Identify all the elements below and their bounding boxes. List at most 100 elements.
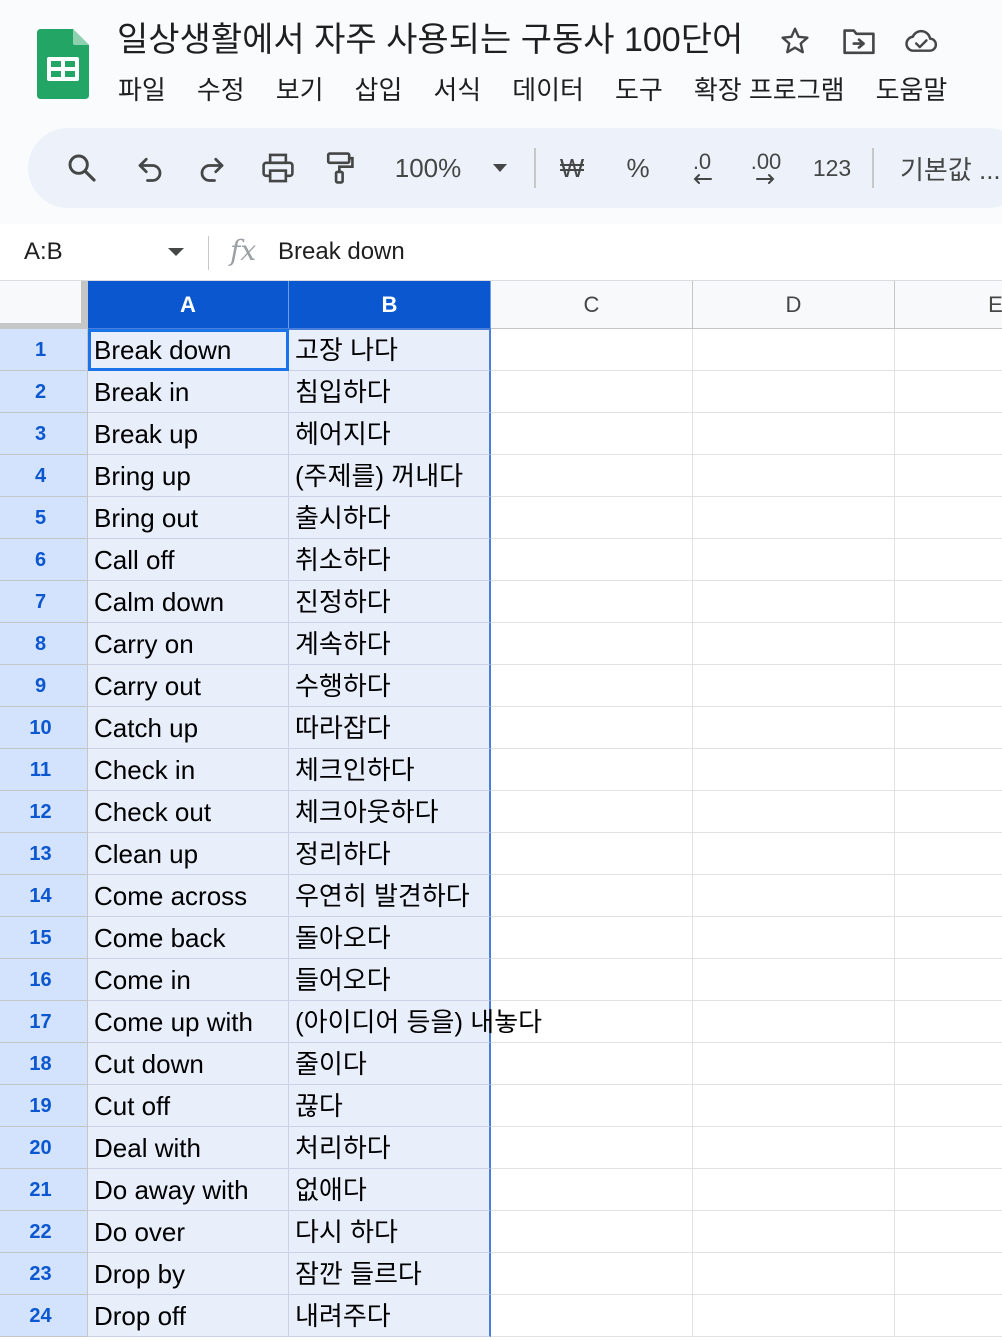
cell-e[interactable] (895, 539, 1002, 581)
increase-decimal-button[interactable]: .00 (744, 128, 788, 208)
row-header[interactable]: 11 (0, 749, 88, 791)
cell-b[interactable]: 우연히 발견하다 (289, 875, 491, 917)
menu-tools[interactable]: 도구 (615, 70, 663, 110)
cell-b[interactable]: 진정하다 (289, 581, 491, 623)
row-header[interactable]: 15 (0, 917, 88, 959)
cell-e[interactable] (895, 1085, 1002, 1127)
row-header[interactable]: 2 (0, 371, 88, 413)
cell-a[interactable]: Clean up (88, 833, 289, 875)
zoom-level[interactable]: 100% (390, 128, 466, 208)
cell-c[interactable] (491, 791, 693, 833)
cell-e[interactable] (895, 707, 1002, 749)
font-family-dropdown[interactable]: 기본값 ... (900, 128, 1002, 208)
cell-a[interactable]: Break up (88, 413, 289, 455)
cell-d[interactable] (693, 329, 895, 371)
row-header[interactable]: 20 (0, 1127, 88, 1169)
cell-e[interactable] (895, 749, 1002, 791)
cell-e[interactable] (895, 959, 1002, 1001)
cell-c[interactable] (491, 1085, 693, 1127)
cell-d[interactable] (693, 1001, 895, 1043)
star-icon[interactable] (778, 24, 812, 58)
cell-b[interactable]: 수행하다 (289, 665, 491, 707)
cell-a[interactable]: Bring out (88, 497, 289, 539)
row-header[interactable]: 19 (0, 1085, 88, 1127)
row-header[interactable]: 18 (0, 1043, 88, 1085)
percent-format-button[interactable]: % (622, 128, 654, 208)
cell-c[interactable] (491, 1295, 693, 1337)
menu-view[interactable]: 보기 (276, 70, 324, 110)
row-header[interactable]: 9 (0, 665, 88, 707)
cell-e[interactable] (895, 1295, 1002, 1337)
cell-d[interactable] (693, 1253, 895, 1295)
row-header[interactable]: 5 (0, 497, 88, 539)
menu-file[interactable]: 파일 (118, 70, 166, 110)
currency-format-button[interactable]: ₩ (556, 128, 588, 208)
cell-e[interactable] (895, 413, 1002, 455)
cell-d[interactable] (693, 371, 895, 413)
cell-a[interactable]: Carry on (88, 623, 289, 665)
row-header[interactable]: 23 (0, 1253, 88, 1295)
cell-e[interactable] (895, 875, 1002, 917)
cell-e[interactable] (895, 371, 1002, 413)
cell-c[interactable] (491, 539, 693, 581)
cell-c[interactable] (491, 1253, 693, 1295)
cell-e[interactable] (895, 329, 1002, 371)
cell-e[interactable] (895, 1211, 1002, 1253)
cell-c[interactable] (491, 875, 693, 917)
row-header[interactable]: 8 (0, 623, 88, 665)
menu-extensions[interactable]: 확장 프로그램 (694, 70, 845, 110)
menu-data[interactable]: 데이터 (512, 70, 584, 110)
cell-a[interactable]: Come across (88, 875, 289, 917)
cell-b[interactable]: 체크인하다 (289, 749, 491, 791)
cell-a[interactable]: Call off (88, 539, 289, 581)
cell-a[interactable]: Check in (88, 749, 289, 791)
cell-d[interactable] (693, 1295, 895, 1337)
cell-d[interactable] (693, 413, 895, 455)
cell-a[interactable]: Come back (88, 917, 289, 959)
cell-c[interactable] (491, 917, 693, 959)
cell-c[interactable] (491, 833, 693, 875)
cell-b[interactable]: 처리하다 (289, 1127, 491, 1169)
cell-b[interactable]: 헤어지다 (289, 413, 491, 455)
cell-c[interactable] (491, 959, 693, 1001)
row-header[interactable]: 12 (0, 791, 88, 833)
cell-d[interactable] (693, 917, 895, 959)
cell-e[interactable] (895, 665, 1002, 707)
decrease-decimal-button[interactable]: .0 (682, 128, 722, 208)
cell-d[interactable] (693, 875, 895, 917)
cell-e[interactable] (895, 1043, 1002, 1085)
cell-b[interactable]: 돌아오다 (289, 917, 491, 959)
cell-a[interactable]: Do over (88, 1211, 289, 1253)
google-sheets-logo-icon[interactable] (37, 29, 89, 99)
cell-e[interactable] (895, 833, 1002, 875)
cell-e[interactable] (895, 1253, 1002, 1295)
cell-b[interactable]: 체크아웃하다 (289, 791, 491, 833)
row-header[interactable]: 22 (0, 1211, 88, 1253)
cell-d[interactable] (693, 1127, 895, 1169)
cell-a[interactable]: Check out (88, 791, 289, 833)
zoom-dropdown-icon[interactable] (488, 128, 512, 208)
column-header-c[interactable]: C (491, 281, 693, 329)
cloud-saved-icon[interactable] (904, 24, 938, 58)
row-header[interactable]: 24 (0, 1295, 88, 1337)
cell-c[interactable] (491, 413, 693, 455)
row-header[interactable]: 21 (0, 1169, 88, 1211)
menu-edit[interactable]: 수정 (197, 70, 245, 110)
cell-b[interactable]: 침입하다 (289, 371, 491, 413)
row-header[interactable]: 1 (0, 329, 88, 371)
cell-b[interactable]: 고장 나다 (289, 329, 491, 371)
move-to-folder-icon[interactable] (842, 24, 876, 58)
cell-a[interactable]: Drop by (88, 1253, 289, 1295)
cell-c[interactable] (491, 1127, 693, 1169)
row-header[interactable]: 14 (0, 875, 88, 917)
cell-b[interactable]: 정리하다 (289, 833, 491, 875)
cell-e[interactable] (895, 581, 1002, 623)
cell-d[interactable] (693, 1085, 895, 1127)
cell-d[interactable] (693, 1211, 895, 1253)
cell-b[interactable]: 취소하다 (289, 539, 491, 581)
cell-b[interactable]: 출시하다 (289, 497, 491, 539)
row-header[interactable]: 7 (0, 581, 88, 623)
column-header-d[interactable]: D (693, 281, 895, 329)
row-header[interactable]: 17 (0, 1001, 88, 1043)
undo-icon[interactable] (132, 128, 168, 208)
